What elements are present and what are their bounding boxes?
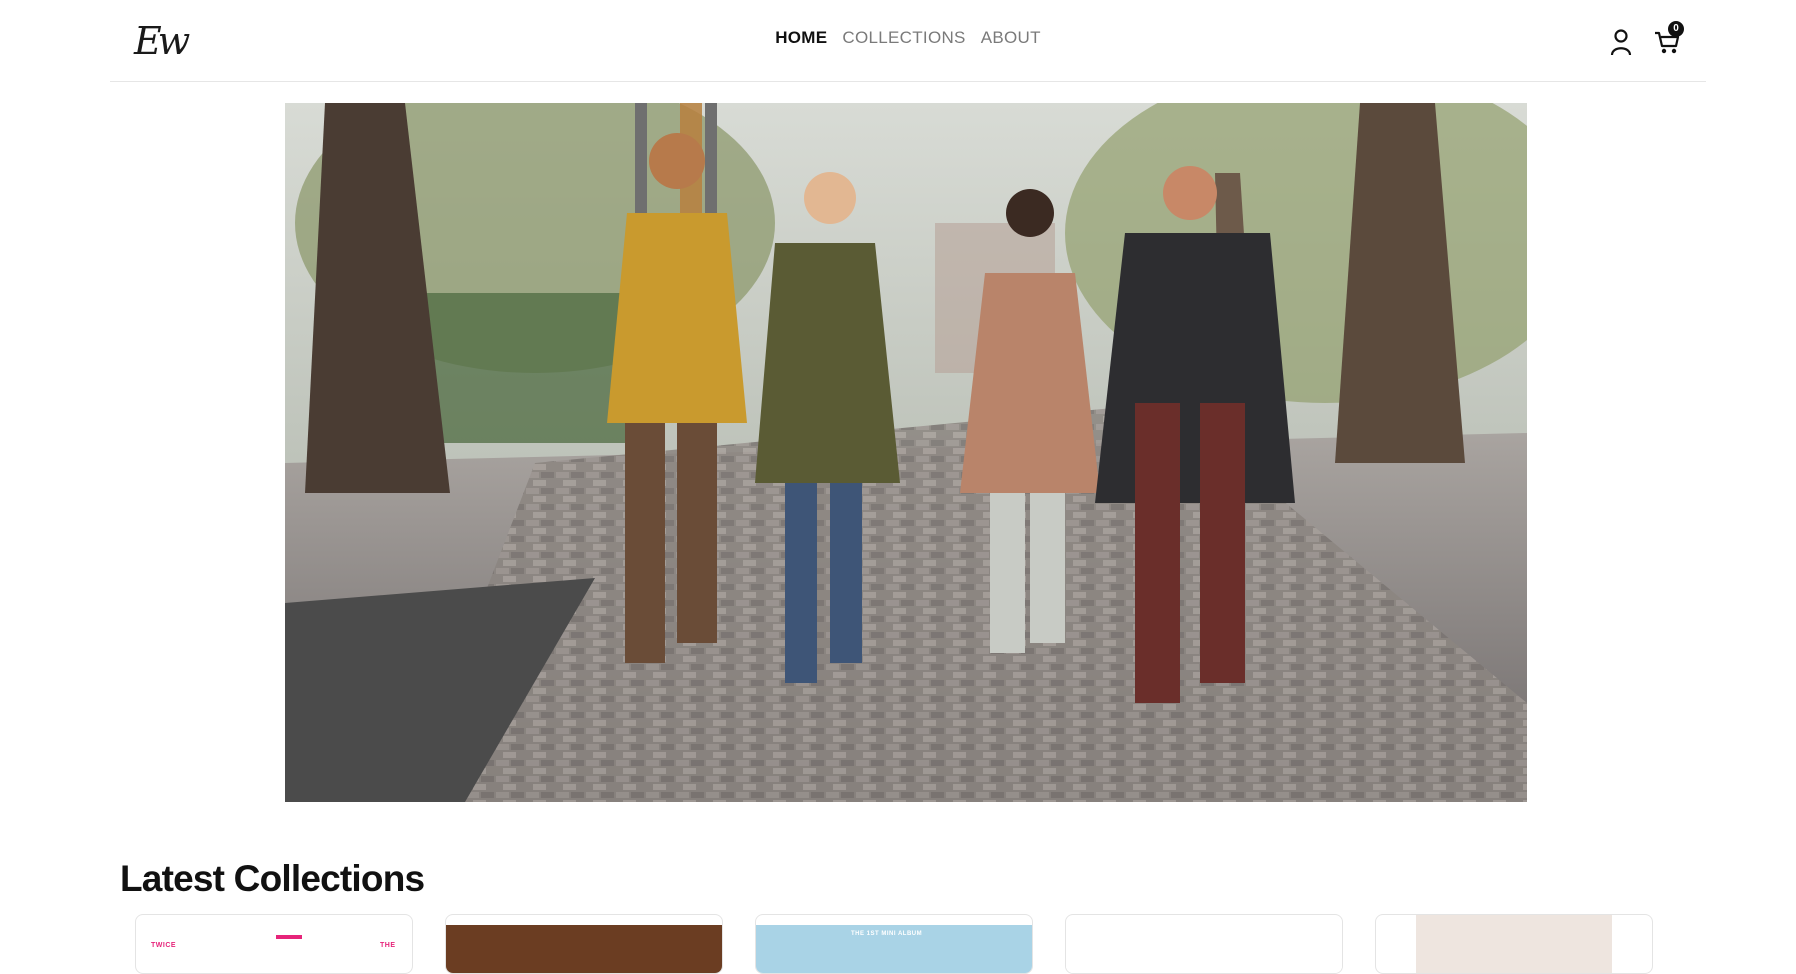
card-image bbox=[1066, 925, 1342, 973]
nav-about-link[interactable]: ABOUT bbox=[981, 28, 1041, 47]
hero-photo bbox=[285, 103, 1527, 802]
header-actions: 0 bbox=[1606, 21, 1684, 62]
site-header: Ew HOME COLLECTIONS ABOUT 0 bbox=[110, 0, 1706, 82]
nav-home-link[interactable]: HOME bbox=[775, 28, 827, 47]
card-tag: THE 1ST MINI ALBUM bbox=[851, 931, 923, 937]
card-tag: TWICE bbox=[151, 942, 177, 949]
card-image bbox=[276, 935, 302, 939]
collection-card-3[interactable]: THE 1ST MINI ALBUM bbox=[755, 914, 1033, 974]
latest-collections-title: Latest Collections bbox=[120, 858, 425, 899]
collections-cards: TWICE THE THE 1ST MINI ALBUM bbox=[135, 914, 1659, 974]
card-tag: THE bbox=[380, 942, 396, 949]
nav-collections-link[interactable]: COLLECTIONS bbox=[842, 28, 965, 47]
account-button[interactable] bbox=[1606, 27, 1636, 57]
card-image bbox=[1416, 915, 1612, 973]
card-image bbox=[446, 925, 722, 973]
collection-card-2[interactable] bbox=[445, 914, 723, 974]
collection-card-4[interactable] bbox=[1065, 914, 1343, 974]
user-icon bbox=[1610, 29, 1632, 56]
cart-button[interactable]: 0 bbox=[1652, 21, 1684, 57]
collection-card-5[interactable] bbox=[1375, 914, 1653, 974]
main-nav: HOME COLLECTIONS ABOUT bbox=[110, 28, 1706, 48]
hero-image bbox=[285, 103, 1527, 802]
cart-count-badge: 0 bbox=[1668, 21, 1684, 37]
collection-card-1[interactable]: TWICE THE bbox=[135, 914, 413, 974]
